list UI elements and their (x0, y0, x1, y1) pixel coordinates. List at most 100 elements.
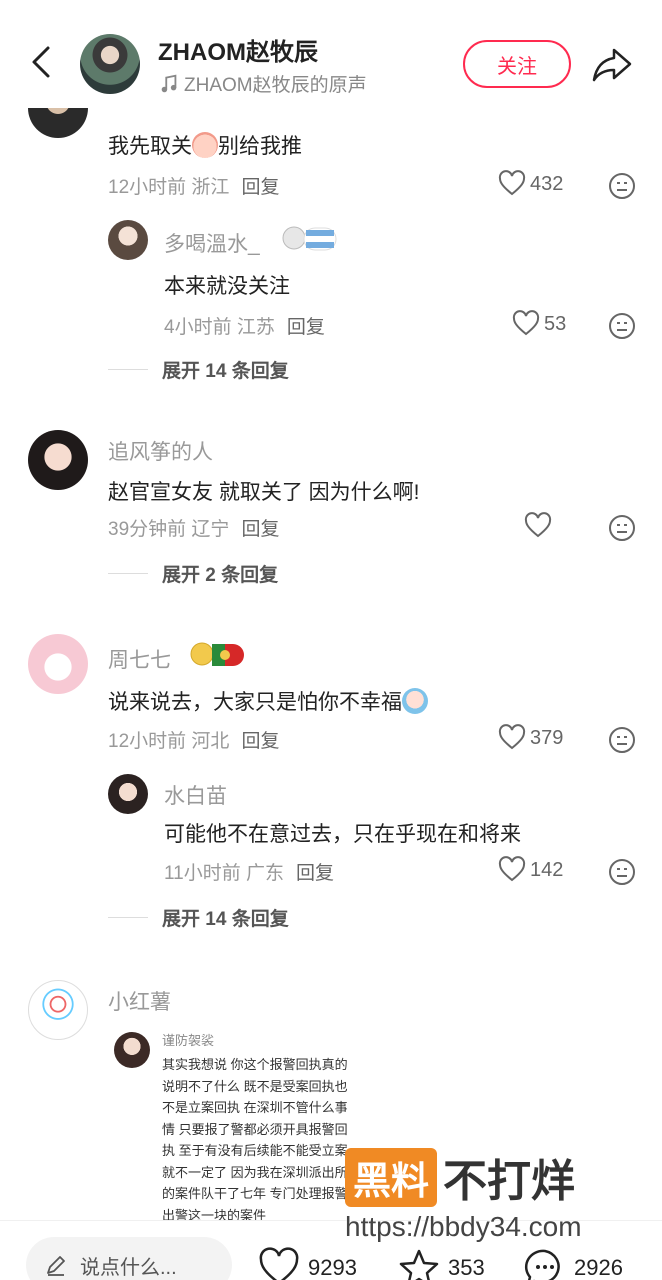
argentina-flag-badge-icon (282, 222, 338, 256)
reply-button[interactable]: 回复 (241, 177, 279, 198)
top-bar: ZHAOM赵牧辰 ZHAOM赵牧辰的原声 关注 (0, 0, 662, 108)
comment-list[interactable]: 我先取关 别给我推 12小时前 浙江 回复 432 多喝溫水_ 本来就没关注 4小时… (0, 108, 662, 1220)
heart-icon (524, 512, 552, 538)
comment-text: 赵官宣女友 就取关了 因为什么啊! (108, 481, 420, 504)
screenshot-avatar (114, 1032, 150, 1068)
comment-button[interactable]: 2926 (524, 1247, 623, 1280)
share-icon[interactable] (590, 44, 634, 84)
watermark-logo: 黑料 不打烊 https://bbdy34.com (345, 1145, 645, 1245)
heart-icon (259, 1247, 299, 1280)
heart-icon (498, 724, 526, 750)
comment-meta: 12小时前 浙江 回复 (108, 172, 279, 199)
divider-line (108, 573, 148, 574)
like-button[interactable]: 142 (498, 856, 563, 884)
comment-location: 浙江 (191, 177, 230, 198)
reply-button[interactable]: 回复 (241, 519, 279, 540)
comment-text-part: 别给我推 (218, 135, 302, 158)
commenter-avatar[interactable] (28, 634, 88, 694)
like-count: 142 (530, 858, 564, 881)
commenter-avatar[interactable] (28, 430, 88, 490)
expand-replies-label: 展开 14 条回复 (162, 361, 289, 382)
heart-icon (512, 310, 540, 336)
comment-input-placeholder: 说点什么... (80, 1256, 177, 1279)
like-count: 379 (530, 726, 564, 749)
screenshot-username: 谨防袈裟 (162, 1033, 215, 1048)
comment-text: 我先取关 别给我推 (108, 130, 302, 160)
comment-time: 39分钟前 (108, 519, 187, 540)
comment-text-part: 我先取关 (108, 135, 192, 158)
watermark-row: 黑料 不打烊 (345, 1145, 645, 1209)
commenter-username[interactable]: 小红薯 (108, 986, 171, 1016)
reply-location: 江苏 (236, 317, 275, 338)
heart-icon (498, 170, 526, 196)
reply-button[interactable]: 回复 (241, 731, 279, 752)
follow-button[interactable]: 关注 (463, 40, 571, 88)
comment-bubble-icon (525, 1249, 560, 1280)
screenshot-line: 其实我想说 你这个报警回执真的 (162, 1057, 348, 1072)
dislike-face-icon[interactable] (608, 514, 636, 542)
reply-username[interactable]: 水白苗 (164, 780, 227, 810)
baby-face-emoji-icon (192, 132, 218, 158)
music-note-icon (161, 74, 177, 92)
author-name[interactable]: ZHAOM赵牧辰 (158, 32, 318, 67)
expand-replies-button[interactable]: 展开 2 条回复 (108, 560, 278, 587)
commenter-username[interactable]: 周七七 (108, 644, 171, 674)
comment-time: 12小时前 (108, 731, 187, 752)
comment-count: 2926 (574, 1255, 623, 1280)
author-avatar[interactable] (80, 34, 140, 94)
back-arrow-icon[interactable] (22, 42, 62, 82)
reply-username[interactable]: 多喝溫水_ (164, 228, 260, 258)
reply-meta: 4小时前 江苏 回复 (164, 312, 325, 339)
favorite-count: 353 (448, 1255, 485, 1280)
like-count: 432 (530, 172, 564, 195)
like-count: 53 (544, 312, 567, 335)
screenshot-line: 情 只要报了警都必须开具报警回 (162, 1121, 348, 1137)
commenter-avatar[interactable] (28, 980, 88, 1040)
commenter-avatar[interactable] (28, 108, 88, 138)
commenter-username[interactable]: 追风筝的人 (108, 436, 213, 466)
expand-replies-label: 展开 14 条回复 (162, 909, 289, 930)
dislike-face-icon[interactable] (608, 312, 636, 340)
reply-avatar[interactable] (108, 774, 148, 814)
crying-face-emoji-icon (402, 688, 428, 714)
original-sound-label[interactable]: ZHAOM赵牧辰的原声 (158, 70, 367, 97)
reply-meta: 11小时前 广东 回复 (164, 858, 334, 885)
reply-button[interactable]: 回复 (287, 317, 325, 338)
like-button[interactable]: 53 (512, 310, 566, 338)
watermark-box-text: 黑料 (345, 1147, 438, 1207)
like-button[interactable]: 432 (498, 170, 563, 198)
pencil-icon (47, 1256, 65, 1276)
like-post-button[interactable]: 9293 (258, 1247, 357, 1280)
screenshot-line: 说明不了什么 既不是受案回执也 (162, 1078, 348, 1094)
comment-meta: 12小时前 河北 回复 (108, 726, 279, 753)
comment-text-part: 说来说去，大家只是怕你不幸福 (108, 691, 402, 714)
reply-location: 广东 (246, 863, 285, 884)
like-count: 9293 (308, 1255, 357, 1280)
star-icon (399, 1249, 439, 1280)
reply-text: 可能他不在意过去，只在乎现在和将来 (164, 823, 521, 846)
comment-location: 辽宁 (191, 519, 230, 540)
like-button[interactable]: 379 (498, 724, 563, 752)
dislike-face-icon[interactable] (608, 172, 636, 200)
comment-time: 12小时前 (108, 177, 187, 198)
reply-time: 11小时前 (164, 863, 241, 884)
like-button[interactable] (524, 512, 556, 540)
dislike-face-icon[interactable] (608, 858, 636, 886)
watermark-url: https://bbdy34.com (345, 1211, 582, 1242)
portugal-flag-badge-icon (190, 638, 246, 672)
comment-meta: 39分钟前 辽宁 回复 (108, 514, 279, 541)
comment-input[interactable]: 说点什么... (26, 1237, 232, 1280)
original-sound-text: ZHAOM赵牧辰的原声 (184, 75, 367, 96)
watermark-text: 不打烊 (443, 1157, 576, 1206)
reply-text: 本来就没关注 (164, 275, 290, 298)
favorite-button[interactable]: 353 (398, 1247, 485, 1280)
reply-button[interactable]: 回复 (296, 863, 334, 884)
dislike-face-icon[interactable] (608, 726, 636, 754)
divider-line (108, 917, 148, 918)
expand-replies-button[interactable]: 展开 14 条回复 (108, 904, 289, 931)
comment-location: 河北 (191, 731, 230, 752)
reply-avatar[interactable] (108, 220, 148, 260)
reply-time: 4小时前 (164, 317, 232, 338)
expand-replies-label: 展开 2 条回复 (162, 565, 279, 586)
expand-replies-button[interactable]: 展开 14 条回复 (108, 356, 289, 383)
